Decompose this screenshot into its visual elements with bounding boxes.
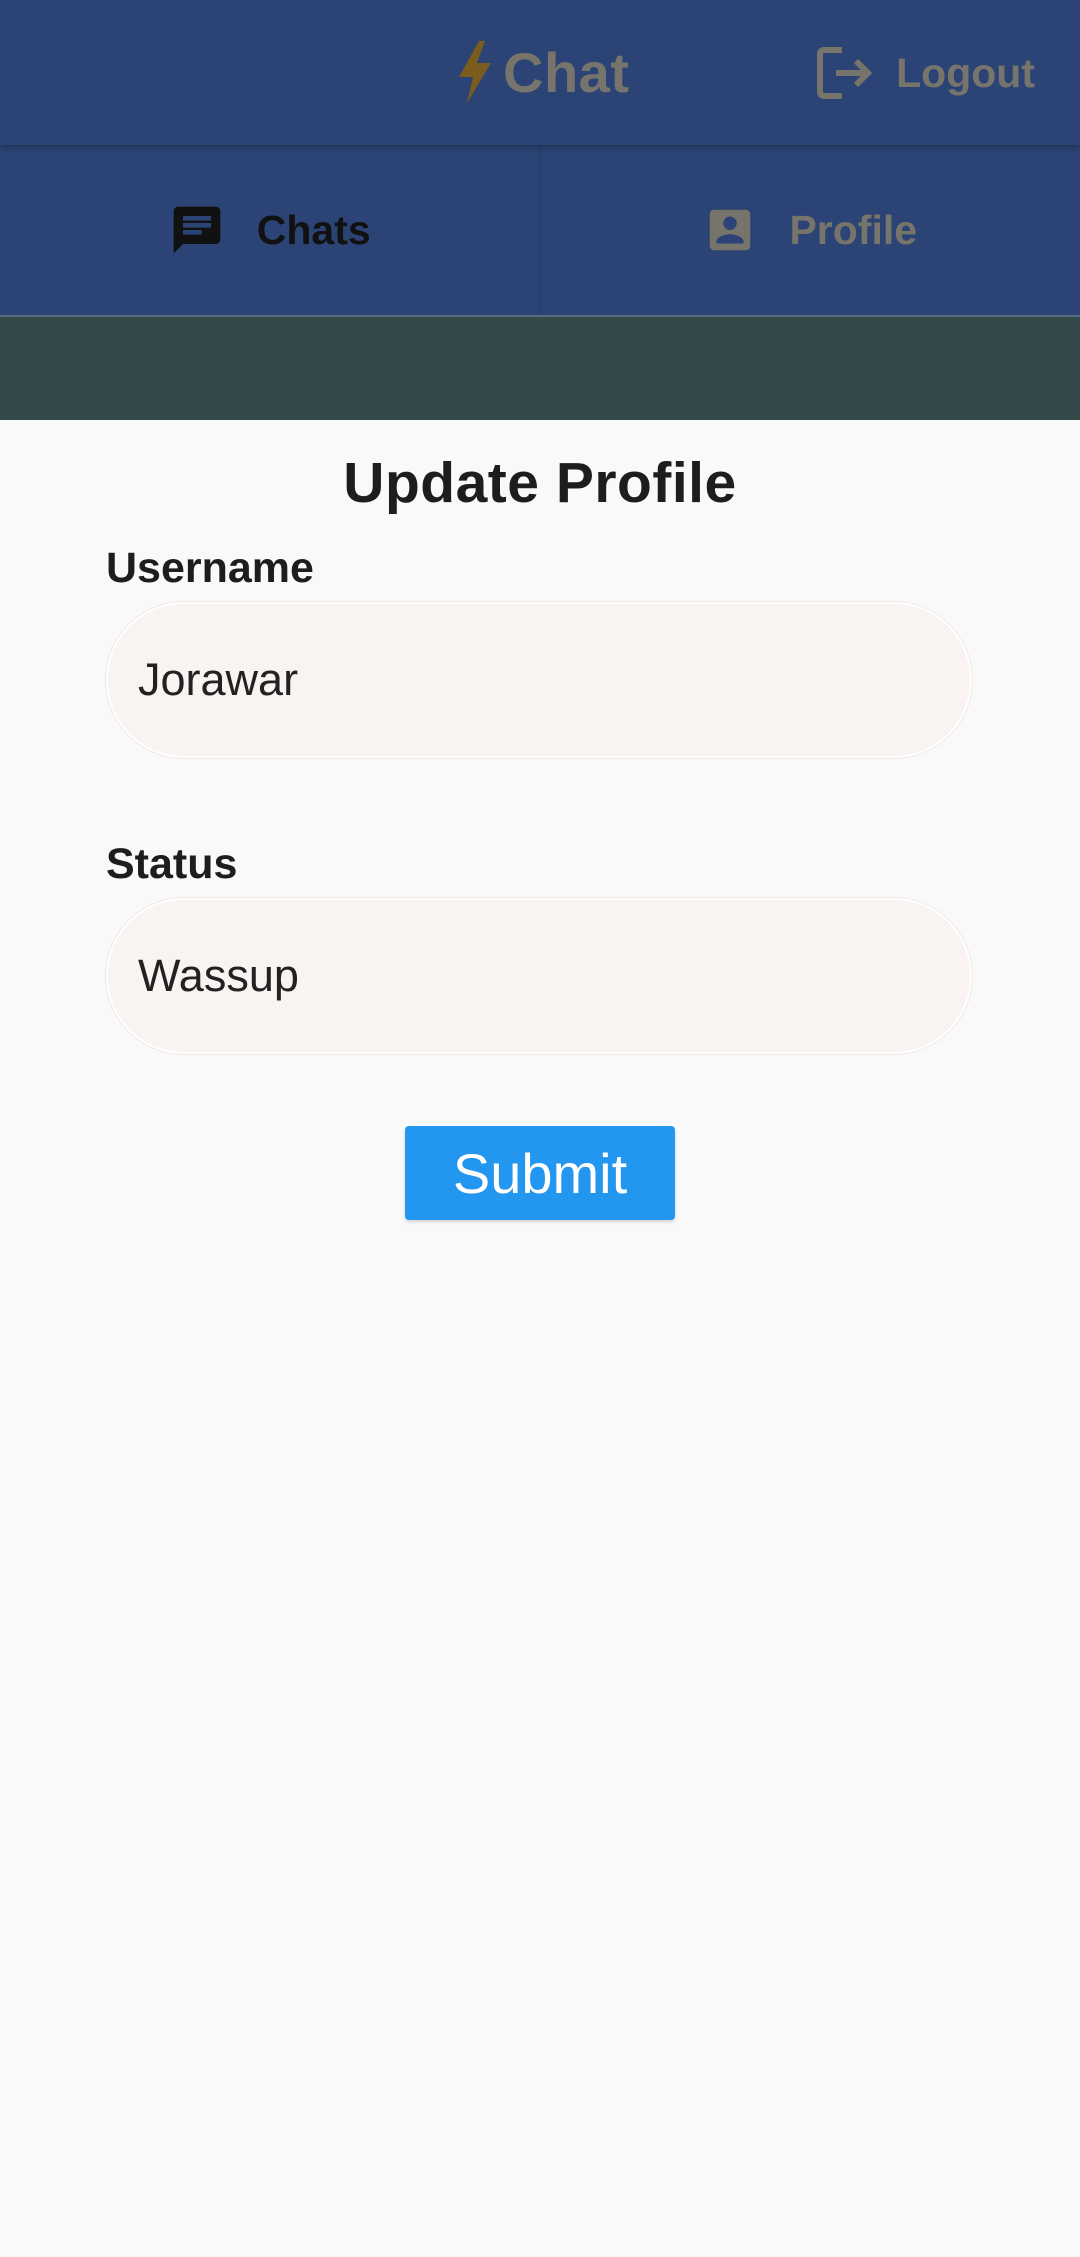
status-field[interactable] [106, 898, 972, 1054]
logout-icon [816, 46, 874, 100]
app-title: Chat [455, 36, 629, 108]
tab-label-chats: Chats [256, 206, 371, 253]
app-title-text: Chat [503, 40, 630, 104]
tab-label-profile: Profile [789, 206, 918, 253]
username-label: Username [106, 544, 314, 592]
logout-button[interactable]: Logout [816, 40, 1035, 106]
tab-profile[interactable]: Profile [539, 145, 1080, 315]
account-box-icon [703, 203, 757, 257]
submit-button[interactable]: Submit [405, 1126, 675, 1220]
profile-form: Update Profile Username Status Submit [0, 420, 1080, 2257]
chat-icon [169, 202, 225, 258]
app-bar: Chat Logout [0, 0, 1080, 145]
username-field[interactable] [106, 602, 972, 758]
tab-chats[interactable]: Chats [0, 145, 540, 315]
status-label: Status [106, 840, 238, 888]
bolt-icon [455, 39, 495, 105]
page-title: Update Profile [343, 451, 737, 515]
banner-strip [0, 317, 1080, 420]
tab-bar: Chats Profile [0, 145, 1080, 317]
logout-label: Logout [896, 49, 1035, 96]
